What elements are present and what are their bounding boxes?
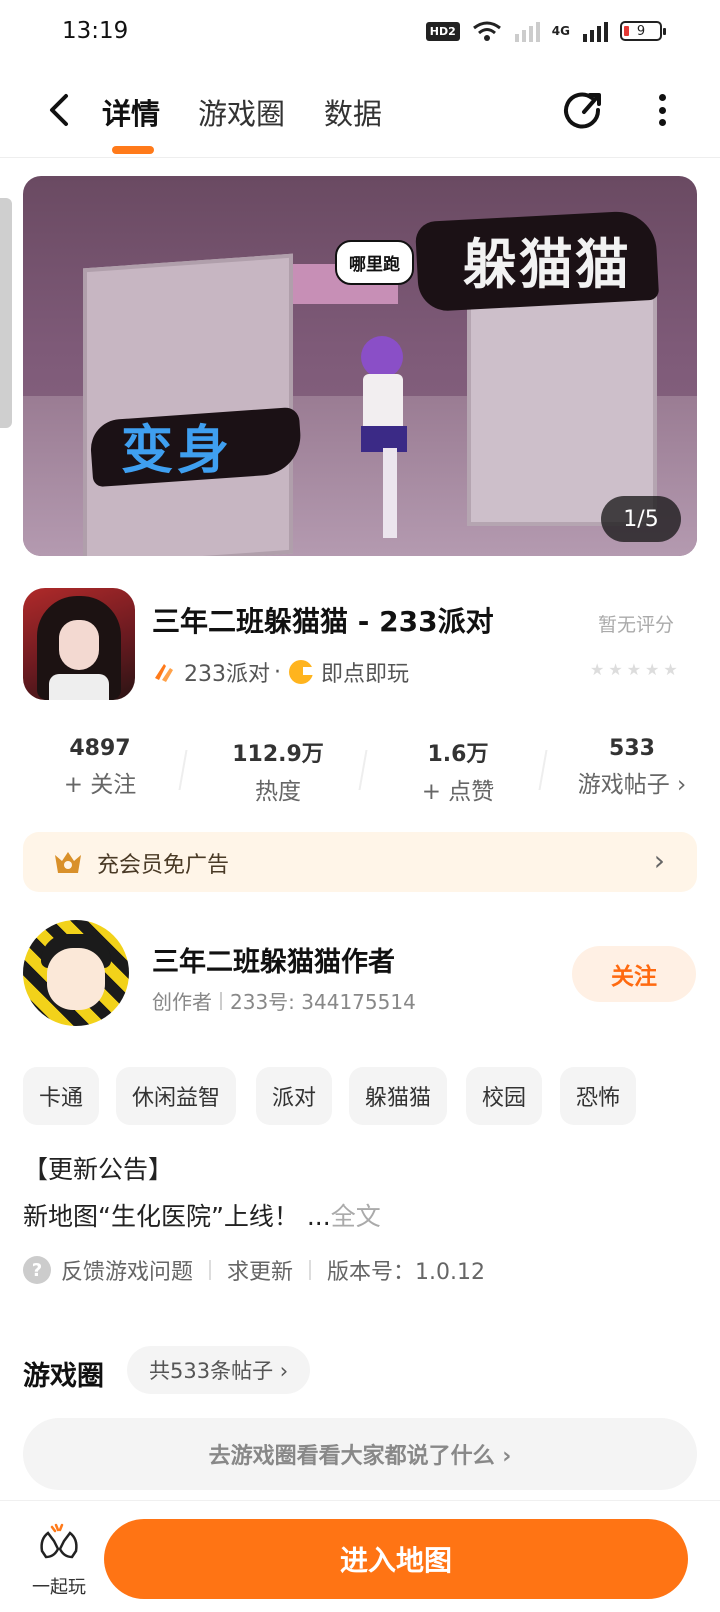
network-label: 4G: [551, 24, 570, 38]
banner-subtitle: 变身: [121, 420, 234, 481]
member-ad-free-banner[interactable]: 充会员免广告 ›: [23, 832, 697, 892]
stat-label: 热度: [255, 779, 301, 805]
game-icon-face: [59, 620, 99, 670]
hd-badge: HD2: [425, 21, 460, 41]
stat-label: 游戏帖子 ›: [577, 772, 687, 798]
developer-icon: [155, 664, 173, 682]
stat-value: 4897: [69, 736, 131, 761]
author-id: 233号: 344175514: [230, 990, 416, 1014]
tab-data[interactable]: 数据: [324, 91, 382, 133]
tag-chip[interactable]: 休闲益智: [116, 1067, 237, 1125]
divider: [220, 991, 222, 1010]
star-icon: ★: [608, 660, 623, 679]
tag-chip[interactable]: 恐怖: [560, 1067, 637, 1125]
avatar-face: [47, 948, 105, 1010]
feedback-row: ? 反馈游戏问题 求更新 版本号：1.0.12: [23, 1254, 485, 1286]
speech-bubble: 哪里跑: [335, 240, 414, 285]
meta-separator: ·: [274, 659, 281, 685]
more-vertical-icon[interactable]: [650, 90, 674, 130]
stat-posts[interactable]: 533 游戏帖子 ›: [552, 736, 712, 799]
author-name[interactable]: 三年二班躲猫猫作者: [152, 940, 395, 979]
rating-stars: ★ ★ ★ ★ ★: [590, 660, 678, 679]
game-icon-shirt: [49, 674, 109, 700]
bottom-bar: 一起玩 进入地图: [0, 1500, 720, 1612]
version-label: 版本号：1.0.12: [327, 1260, 486, 1285]
stat-label: + 关注: [63, 772, 137, 798]
stat-divider: [538, 750, 548, 790]
stat-label: + 点赞: [421, 779, 495, 805]
member-text: 充会员免广告: [97, 853, 230, 878]
banner-door-left: [83, 253, 293, 556]
rating-label: 暂无评分: [598, 614, 675, 636]
tab-indicator: [112, 146, 154, 154]
author-avatar[interactable]: [23, 920, 129, 1026]
wifi-icon: [472, 21, 501, 41]
banner-character-leg: [383, 448, 397, 538]
notice-title: 【更新公告】: [23, 1155, 174, 1184]
enter-map-button[interactable]: 进入地图: [104, 1519, 688, 1599]
stat-divider: [358, 750, 368, 790]
scroll-handle[interactable]: [0, 198, 12, 428]
crown-icon: [55, 852, 81, 873]
divider: [309, 1260, 312, 1280]
play-together-label: 一起玩: [32, 1577, 86, 1598]
share-icon[interactable]: [562, 88, 604, 130]
stat-value: 1.6万: [427, 742, 489, 767]
author-role: 创作者: [152, 990, 212, 1014]
signal-strong-icon: [583, 22, 608, 42]
tag-chip[interactable]: 派对: [256, 1067, 333, 1125]
status-time: 13:19: [62, 18, 129, 44]
question-icon: ?: [23, 1256, 51, 1284]
stat-value: 112.9万: [232, 742, 324, 767]
game-title: 三年二班躲猫猫 - 233派对: [152, 605, 494, 638]
header: 详情 游戏圈 数据: [0, 66, 720, 158]
go-to-game-circle-button[interactable]: 去游戏圈看看大家都说了什么 ›: [23, 1418, 697, 1490]
status-icons: HD2 4G 9: [425, 20, 666, 42]
banner-character-hair: [361, 336, 403, 378]
notice-body: 新地图“生化医院”上线！ ...: [23, 1202, 331, 1231]
tab-details[interactable]: 详情: [102, 91, 160, 133]
expand-full-text-link[interactable]: 全文: [331, 1202, 381, 1231]
star-icon: ★: [663, 660, 678, 679]
author-subtitle: 创作者 233号: 344175514: [152, 986, 416, 1015]
banner-character-body: [363, 374, 403, 434]
tag-chip[interactable]: 卡通: [23, 1067, 100, 1125]
notice-text: 新地图“生化医院”上线！ ...全文: [23, 1197, 381, 1233]
star-icon: ★: [645, 660, 660, 679]
stats-row: 4897 + 关注 112.9万 热度 1.6万 + 点赞 533 游戏帖子 ›: [0, 736, 720, 806]
game-circle-title: 游戏圈: [23, 1361, 104, 1392]
chevron-left-icon[interactable]: [42, 90, 78, 130]
play-together-button[interactable]: 一起玩: [24, 1521, 94, 1601]
divider: [209, 1260, 212, 1280]
game-icon: [23, 588, 135, 700]
feedback-link[interactable]: 反馈游戏问题: [61, 1254, 193, 1286]
request-update-link[interactable]: 求更新: [227, 1254, 293, 1286]
follow-button[interactable]: 关注: [572, 946, 696, 1002]
carousel-counter: 1/5: [601, 496, 681, 542]
stat-heat: 112.9万 热度: [198, 736, 358, 806]
star-icon: ★: [626, 660, 642, 679]
game-meta: 233派对 · 即点即玩: [152, 656, 409, 688]
tab-game-circle[interactable]: 游戏圈: [198, 91, 285, 133]
stat-like[interactable]: 1.6万 + 点赞: [378, 736, 538, 806]
star-icon: ★: [590, 660, 605, 679]
instant-play-icon: [289, 660, 313, 684]
screenshot-carousel[interactable]: 躲猫猫 变身 哪里跑 1/5: [23, 176, 697, 556]
chevron-right-icon: ›: [653, 844, 665, 877]
stat-value: 533: [609, 736, 655, 761]
tag-chip[interactable]: 躲猫猫: [349, 1067, 448, 1125]
status-bar: 13:19 HD2 4G 9: [0, 0, 720, 66]
play-mode: 即点即玩: [321, 662, 410, 687]
developer-name[interactable]: 233派对: [184, 656, 270, 688]
post-count-chip[interactable]: 共533条帖子 ›: [127, 1346, 311, 1394]
hands-icon: [40, 1523, 78, 1559]
stat-follow[interactable]: 4897 + 关注: [20, 736, 180, 799]
tag-chip[interactable]: 校园: [466, 1067, 543, 1125]
banner-title: 躲猫猫: [463, 232, 631, 296]
signal-icon: [514, 22, 540, 42]
banner-door-right: [467, 286, 657, 526]
battery-icon: 9: [620, 21, 666, 41]
